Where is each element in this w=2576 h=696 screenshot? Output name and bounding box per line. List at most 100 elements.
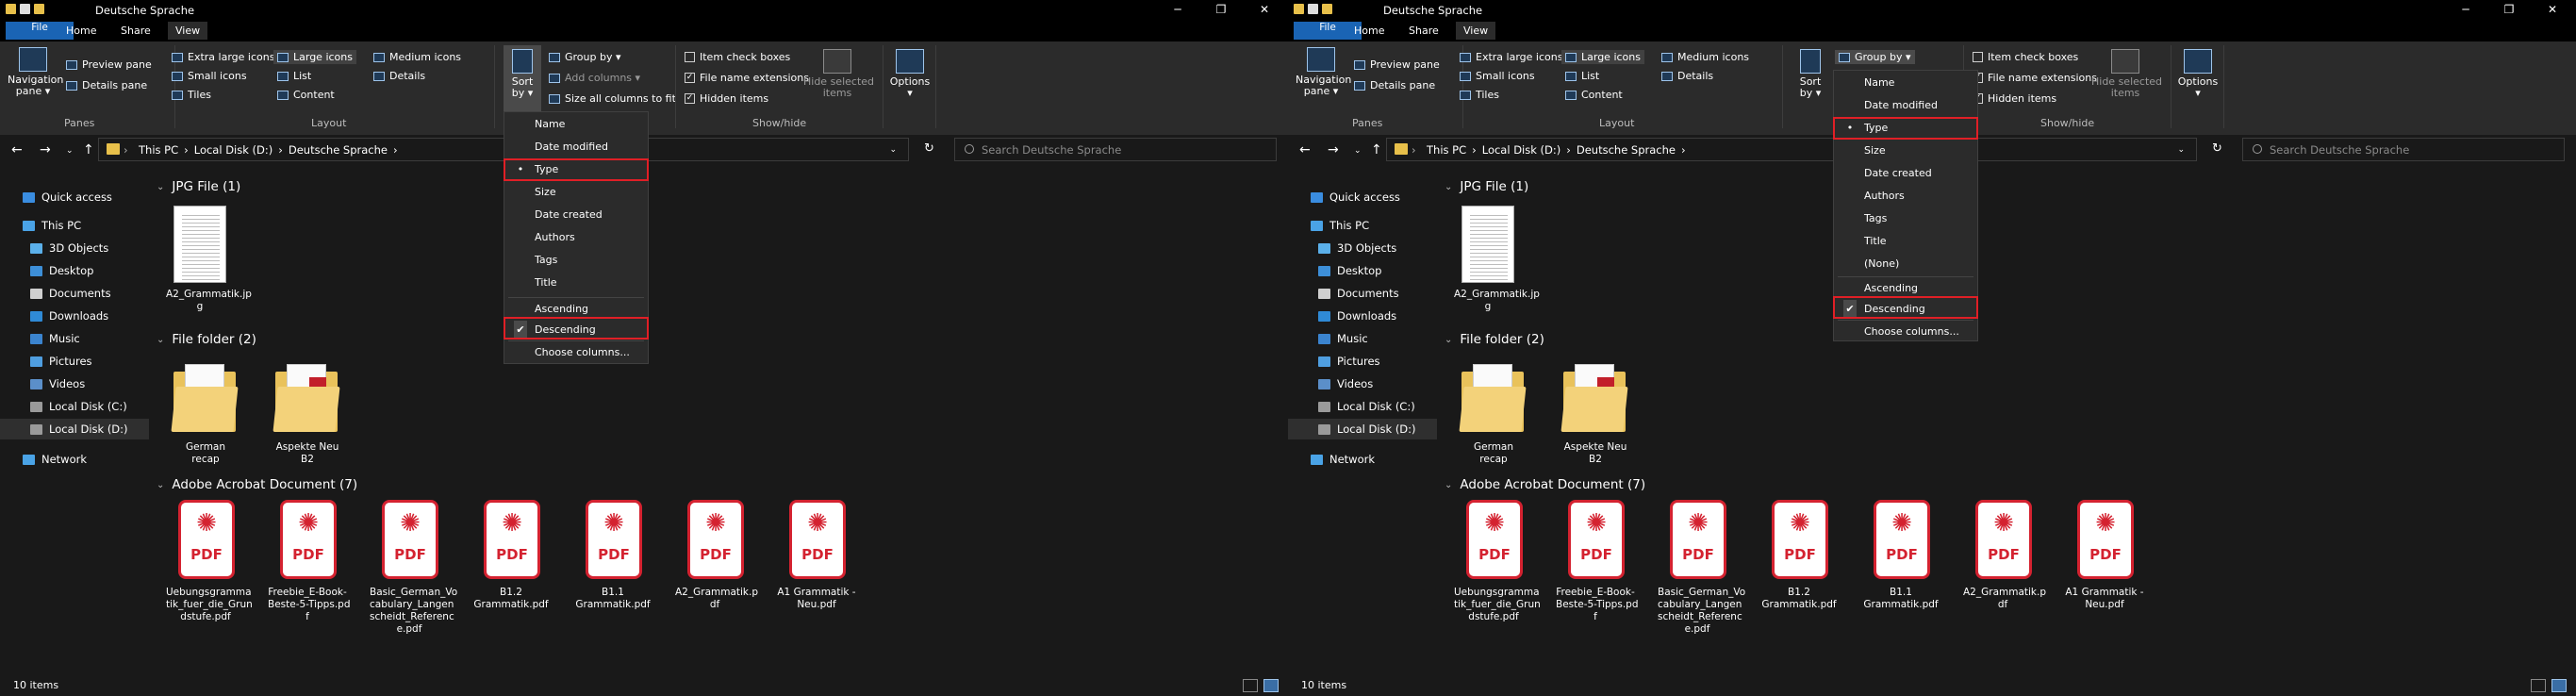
group-option-name[interactable]: Name <box>1834 73 1977 93</box>
extra-large-icons-option[interactable]: Extra large icons <box>1460 51 1562 63</box>
pdf-item[interactable]: ✺ PDF Basic_German_Vo cabulary_Langen sche… <box>1658 500 1745 636</box>
address-dropdown-icon[interactable]: ⌄ <box>889 145 897 155</box>
nav-item-3d-objects[interactable]: 3D Objects <box>1288 238 1437 258</box>
nav-item-local-disk-c[interactable]: Local Disk (C:) <box>0 396 149 417</box>
sort-option-title[interactable]: Title <box>504 273 648 293</box>
tab-home[interactable]: Home <box>1346 22 1392 40</box>
medium-icons-option[interactable]: Medium icons <box>1661 51 1749 63</box>
extra-large-icons-option[interactable]: Extra large icons <box>172 51 274 63</box>
nav-item-music[interactable]: Music <box>0 328 149 349</box>
forward-arrow-icon[interactable]: → <box>1328 142 1339 157</box>
minimize-button[interactable]: ─ <box>2444 0 2487 20</box>
sort-descending[interactable]: ✔ Descending <box>504 320 648 340</box>
group-header-pdf[interactable]: ⌄ Adobe Acrobat Document (7) <box>157 477 357 492</box>
breadcrumb-this-pc[interactable]: This PC <box>1427 143 1466 157</box>
breadcrumb-local-disk[interactable]: Local Disk (D:) <box>1482 143 1561 157</box>
preview-pane-button[interactable]: Preview pane <box>66 58 152 71</box>
item-check-boxes-option[interactable]: Item check boxes <box>685 51 790 63</box>
tiles-option[interactable]: Tiles <box>1460 89 1499 101</box>
group-descending[interactable]: ✔ Descending <box>1834 299 1977 320</box>
nav-item-network[interactable]: Network <box>1288 449 1437 470</box>
folder-item-german-recap[interactable]: German recap <box>1459 362 1527 466</box>
address-bar[interactable]: › This PC › Local Disk (D:) › Deutsche S… <box>1386 138 2197 161</box>
close-button[interactable]: ✕ <box>1243 0 1286 20</box>
pdf-item[interactable]: ✺ PDF A2_Grammatik.p df <box>675 500 758 611</box>
pdf-item[interactable]: ✺ PDF A2_Grammatik.p df <box>1963 500 2046 611</box>
nav-item-pictures[interactable]: Pictures <box>1288 351 1437 372</box>
pdf-item[interactable]: ✺ PDF Freebie_E-Book- Beste-5-Tipps.pd f <box>1556 500 1638 623</box>
refresh-icon[interactable]: ↻ <box>924 141 934 156</box>
hidden-items-option[interactable]: ✓Hidden items <box>685 92 768 105</box>
pdf-item[interactable]: ✺ PDF B1.1 Grammatik.pdf <box>1861 500 1940 611</box>
group-option-date-created[interactable]: Date created <box>1834 163 1977 184</box>
navigation-pane-button[interactable]: Navigation pane ▾ <box>8 47 63 97</box>
options-button[interactable]: Options ▾ <box>886 49 933 99</box>
nav-item-downloads[interactable]: Downloads <box>0 306 149 326</box>
details-view-icon[interactable] <box>2531 679 2546 692</box>
tab-share[interactable]: Share <box>113 22 158 40</box>
maximize-button[interactable]: ❐ <box>1199 0 1243 20</box>
item-check-boxes-option[interactable]: Item check boxes <box>1973 51 2078 63</box>
nav-item-music[interactable]: Music <box>1288 328 1437 349</box>
up-arrow-icon[interactable]: ↑ <box>83 142 94 157</box>
pdf-item[interactable]: ✺ PDF Basic_German_Vo cabulary_Langen sche… <box>370 500 457 636</box>
refresh-icon[interactable]: ↻ <box>2212 141 2222 156</box>
maximize-button[interactable]: ❐ <box>2487 0 2531 20</box>
forward-arrow-icon[interactable]: → <box>40 142 51 157</box>
search-box[interactable]: Search Deutsche Sprache <box>2242 138 2565 161</box>
back-arrow-icon[interactable]: ← <box>1299 142 1311 157</box>
group-option-none[interactable]: (None) <box>1834 254 1977 274</box>
breadcrumb-folder[interactable]: Deutsche Sprache <box>289 143 388 157</box>
list-option[interactable]: List <box>277 70 311 82</box>
pdf-item[interactable]: ✺ PDF B1.2 Grammatik.pdf <box>471 500 551 611</box>
details-pane-button[interactable]: Details pane <box>66 79 147 91</box>
group-option-authors[interactable]: Authors <box>1834 186 1977 207</box>
sort-ascending[interactable]: Ascending <box>504 299 648 320</box>
file-name-extensions-option[interactable]: ✓ File name extensions <box>685 72 809 84</box>
large-icons-view-icon[interactable] <box>1263 679 1279 692</box>
nav-item-3d-objects[interactable]: 3D Objects <box>0 238 149 258</box>
sort-option-size[interactable]: Size <box>504 182 648 203</box>
breadcrumb-local-disk[interactable]: Local Disk (D:) <box>194 143 273 157</box>
nav-item-local-disk-d[interactable]: Local Disk (D:) <box>1288 419 1437 439</box>
sort-by-button[interactable]: Sort by ▾ <box>504 49 541 99</box>
size-columns-button[interactable]: Size all columns to fit <box>549 92 676 105</box>
nav-item-pictures[interactable]: Pictures <box>0 351 149 372</box>
large-icons-option[interactable]: Large icons <box>1561 50 1644 64</box>
breadcrumb-folder[interactable]: Deutsche Sprache <box>1577 143 1676 157</box>
medium-icons-option[interactable]: Medium icons <box>373 51 461 63</box>
group-by-button[interactable]: Group by ▾ <box>1835 50 1915 64</box>
pdf-item[interactable]: ✺ PDF Uebungsgramma tik_fuer_die_Grun dstu… <box>1454 500 1541 623</box>
tab-share[interactable]: Share <box>1401 22 1446 40</box>
details-option[interactable]: Details <box>1661 70 1713 82</box>
recent-chevron-icon[interactable]: ⌄ <box>1354 146 1362 156</box>
recent-chevron-icon[interactable]: ⌄ <box>66 146 74 156</box>
nav-item-desktop[interactable]: Desktop <box>1288 260 1437 281</box>
group-header-pdf[interactable]: ⌄ Adobe Acrobat Document (7) <box>1445 477 1645 492</box>
nav-item-local-disk-d[interactable]: Local Disk (D:) <box>0 419 149 439</box>
small-icons-option[interactable]: Small icons <box>172 70 247 82</box>
tiles-option[interactable]: Tiles <box>172 89 211 101</box>
minimize-button[interactable]: ─ <box>1156 0 1199 20</box>
nav-item-quick-access[interactable]: Quick access <box>0 187 149 207</box>
nav-item-this-pc[interactable]: This PC <box>0 215 149 236</box>
sort-option-name[interactable]: Name <box>504 114 648 135</box>
file-item-jpg[interactable]: A2_Grammatik.jp g <box>166 206 252 313</box>
back-arrow-icon[interactable]: ← <box>11 142 23 157</box>
tab-view[interactable]: View <box>168 22 208 40</box>
sort-option-authors[interactable]: Authors <box>504 227 648 248</box>
address-dropdown-icon[interactable]: ⌄ <box>2177 145 2185 155</box>
close-button[interactable]: ✕ <box>2531 0 2574 20</box>
pdf-item[interactable]: ✺ PDF B1.2 Grammatik.pdf <box>1759 500 1839 611</box>
sort-option-date-modified[interactable]: Date modified <box>504 137 648 157</box>
large-icons-option[interactable]: Large icons <box>273 50 356 64</box>
hidden-items-option[interactable]: ✓Hidden items <box>1973 92 2056 105</box>
tab-home[interactable]: Home <box>58 22 104 40</box>
group-header-folder[interactable]: ⌄ File folder (2) <box>157 332 256 347</box>
sort-option-type[interactable]: • Type <box>504 159 648 180</box>
up-arrow-icon[interactable]: ↑ <box>1371 142 1382 157</box>
properties-icon[interactable] <box>20 4 30 14</box>
new-folder-icon[interactable] <box>34 4 44 14</box>
group-option-type[interactable]: • Type <box>1834 118 1977 139</box>
nav-item-this-pc[interactable]: This PC <box>1288 215 1437 236</box>
